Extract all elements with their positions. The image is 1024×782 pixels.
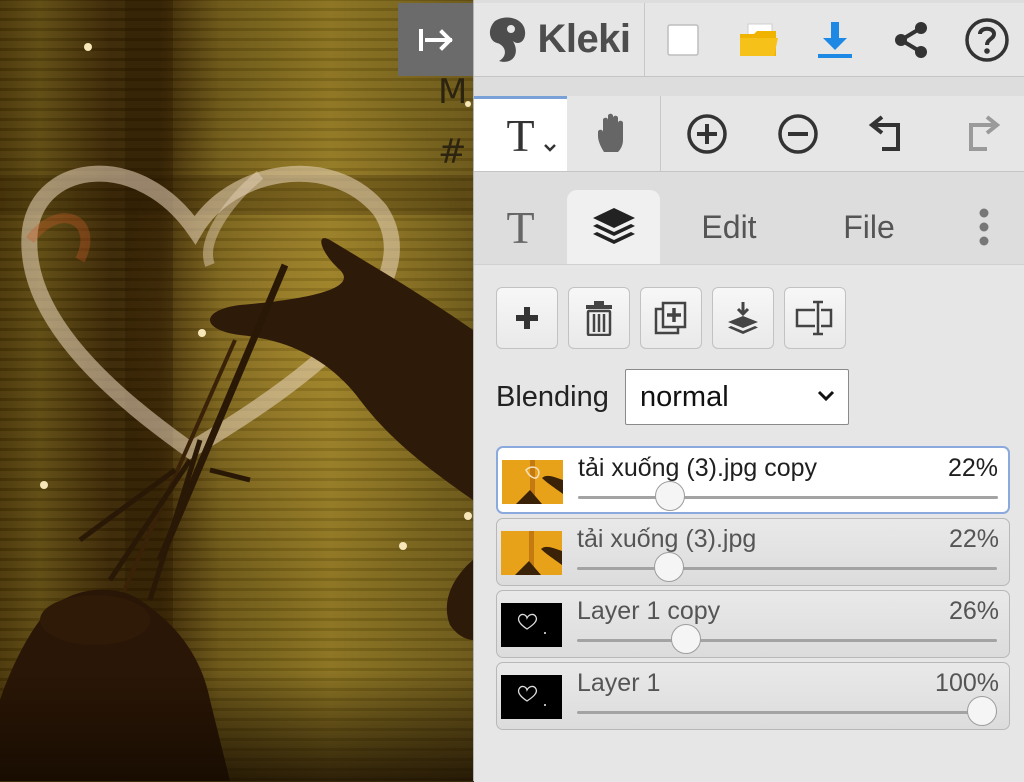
share-icon [895,21,927,58]
slider-handle[interactable] [671,624,702,654]
canvas-text-line-1: M [438,72,468,112]
undo-button[interactable] [843,96,934,171]
layer-thumbnail [502,460,563,504]
help-icon [965,17,1009,62]
duplicate-layer-icon [654,301,687,335]
share-button[interactable] [873,3,949,76]
tab-text-tool[interactable]: T [474,190,567,264]
merge-down-icon [728,302,758,334]
layer-opacity-value: 100% [935,669,999,697]
layer-item[interactable]: tải xuống (3).jpg copy 22% [496,446,1010,514]
layer-thumbnail [501,675,562,719]
chevron-down-icon [544,144,556,152]
new-image-icon [667,23,699,56]
zoom-in-icon [686,113,727,154]
delete-layer-button[interactable] [568,287,630,349]
text-tool-icon: T [506,109,535,161]
layer-name: tải xuống (3).jpg [577,525,757,553]
blending-mode-select[interactable]: normal [625,369,849,425]
layer-name: tải xuống (3).jpg copy [578,454,818,482]
kleki-logo-icon [490,16,526,62]
hand-tool-button[interactable] [567,96,660,171]
download-button[interactable] [797,3,873,76]
tab-edit[interactable]: Edit [674,190,784,264]
layer-item[interactable]: Layer 1 copy 26% [496,590,1010,658]
slider-handle[interactable] [967,696,997,726]
layer-opacity-slider[interactable] [577,552,997,582]
main-toolbar: Kleki [474,3,1024,77]
add-layer-button[interactable] [496,287,558,349]
zoom-out-button[interactable] [752,96,843,171]
canvas-text-line-2: # [438,132,467,172]
duplicate-layer-button[interactable] [640,287,702,349]
slider-handle[interactable] [655,481,686,511]
vertical-dots-icon [979,208,989,246]
tab-text-tool-icon: T [506,201,535,253]
new-image-button[interactable] [645,3,721,76]
drawing-canvas[interactable]: M # [0,0,473,781]
zoom-in-button[interactable] [661,96,752,171]
canvas-shadow [0,671,473,781]
layer-opacity-slider[interactable] [578,481,998,511]
redo-icon [968,114,1000,151]
undo-icon [868,114,900,151]
merge-down-button[interactable] [712,287,774,349]
layer-item[interactable]: tải xuống (3).jpg 22% [496,518,1010,586]
layer-item[interactable]: Layer 1 100% [496,662,1010,730]
layers-icon [592,208,635,244]
blending-label: Blending [496,381,609,413]
text-tool-button[interactable]: T [474,96,567,171]
layer-opacity-value: 22% [948,525,999,553]
blending-mode-value: normal [640,380,729,413]
hand-tool-icon [597,113,623,152]
help-button[interactable] [949,3,1024,76]
tab-file[interactable]: File [814,190,924,264]
layer-opacity-slider[interactable] [577,696,997,726]
rename-layer-icon [795,300,833,336]
open-image-button[interactable] [721,3,797,76]
add-layer-icon [516,307,538,329]
redo-button[interactable] [934,96,1024,171]
layers-panel: Blending normal tải xuống (3).jpg copy 2 [474,264,1024,782]
app-name: Kleki [537,17,631,61]
zoom-out-icon [777,113,818,154]
chevron-down-icon [817,390,835,402]
tool-toolbar: T [474,96,1024,172]
side-panel: Kleki T T Edit File Blending normal tải … [473,0,1024,782]
layer-thumbnail [501,603,562,647]
download-icon [818,21,852,58]
delete-layer-icon [586,301,612,336]
rename-layer-button[interactable] [784,287,846,349]
open-folder-icon [740,23,778,56]
collapse-panel-icon [418,28,453,51]
layer-opacity-value: 22% [947,454,998,482]
layer-opacity-slider[interactable] [577,624,997,654]
layer-name: Layer 1 [577,669,661,697]
tab-more[interactable] [964,190,1004,264]
layer-opacity-value: 26% [948,597,999,625]
layer-name: Layer 1 copy [577,597,721,625]
tab-layers[interactable] [567,190,660,264]
kleki-logo[interactable]: Kleki [474,3,644,76]
panel-tabs: T Edit File [474,190,1024,264]
collapse-panel-button[interactable] [398,3,473,76]
layer-thumbnail [501,531,562,575]
slider-handle[interactable] [654,552,685,582]
canvas-artwork [0,0,473,781]
